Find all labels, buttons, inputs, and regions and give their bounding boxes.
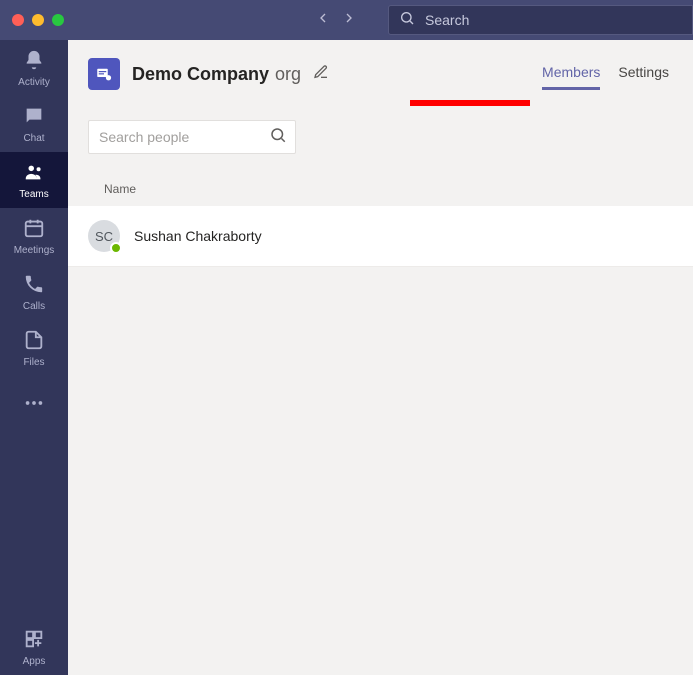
zoom-window-button[interactable] [52,14,64,26]
sidebar-item-label: Calls [23,301,45,312]
members-list: SC Sushan Chakraborty [68,206,693,267]
search-icon [269,126,287,149]
highlight-annotation [410,100,530,106]
sidebar-item-teams[interactable]: Teams [0,152,68,208]
member-name: Sushan Chakraborty [134,228,262,244]
sidebar-item-label: Apps [23,656,46,667]
sidebar-item-chat[interactable]: Chat [0,96,68,152]
back-button[interactable] [315,10,331,31]
edit-team-button[interactable] [313,64,329,85]
sidebar-item-label: Teams [19,189,48,200]
tab-settings[interactable]: Settings [618,64,669,84]
sidebar-item-label: Meetings [14,245,55,256]
file-icon [23,329,45,354]
apps-icon [23,628,45,653]
global-search[interactable] [388,5,693,35]
history-nav [315,10,357,31]
forward-button[interactable] [341,10,357,31]
titlebar [0,0,693,40]
sidebar-item-calls[interactable]: Calls [0,264,68,320]
column-header-name: Name [68,172,693,206]
team-name-main: Demo Company [132,64,269,85]
search-people-input[interactable] [99,129,269,145]
tab-members[interactable]: Members [542,64,600,84]
sidebar-item-label: Activity [18,77,50,88]
detail-tabs: Members Settings [542,64,669,84]
sidebar-item-label: Files [23,357,44,368]
main-content: Demo Company org Members Settings Name [68,40,693,675]
calendar-icon [23,217,45,242]
window-controls [12,14,64,26]
phone-icon [23,273,45,298]
member-row[interactable]: SC Sushan Chakraborty [68,206,693,267]
team-name: Demo Company org [132,64,301,85]
minimize-window-button[interactable] [32,14,44,26]
avatar-initials: SC [95,229,113,244]
sidebar-item-label: Chat [23,133,44,144]
team-header: Demo Company org Members Settings [68,58,693,90]
team-avatar [88,58,120,90]
member-avatar: SC [88,220,120,252]
search-icon [399,10,415,31]
sidebar-item-activity[interactable]: Activity [0,40,68,96]
team-name-suffix: org [275,64,301,85]
close-window-button[interactable] [12,14,24,26]
chat-icon [23,105,45,130]
app-sidebar: Activity Chat Teams Meetings Calls [0,40,68,675]
search-people[interactable] [88,120,296,154]
teams-icon [23,161,45,186]
presence-available-icon [110,242,122,254]
sidebar-item-apps[interactable]: Apps [0,619,68,675]
bell-icon [23,49,45,74]
global-search-input[interactable] [425,12,682,28]
sidebar-item-files[interactable]: Files [0,320,68,376]
sidebar-more-button[interactable] [0,376,68,432]
more-icon [23,392,45,417]
sidebar-item-meetings[interactable]: Meetings [0,208,68,264]
